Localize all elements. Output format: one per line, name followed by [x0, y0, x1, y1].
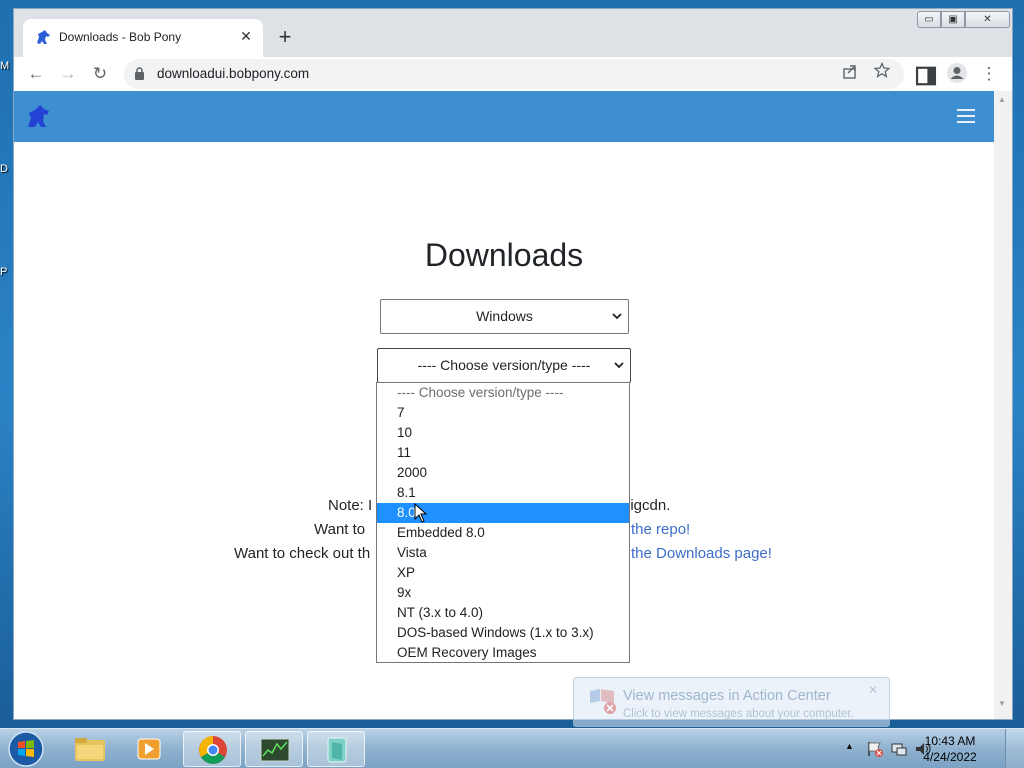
dropdown-option[interactable]: 11: [377, 443, 629, 463]
action-center-tray-icon[interactable]: [866, 740, 884, 758]
dropdown-option[interactable]: 9x: [377, 583, 629, 603]
taskbar-window[interactable]: [307, 731, 365, 767]
reload-icon[interactable]: ↻: [89, 63, 111, 85]
dropdown-option[interactable]: 2000: [377, 463, 629, 483]
forward-icon[interactable]: →: [57, 63, 79, 85]
site-navbar: [14, 91, 994, 142]
share-icon[interactable]: [842, 63, 858, 79]
chrome-icon: [199, 736, 227, 764]
page-title: Downloads: [424, 237, 584, 273]
version-select-value: ---- Choose version/type ----: [417, 357, 591, 373]
clock-time[interactable]: 10:43 AM: [908, 734, 992, 748]
taskbar: ▲ 10:43 AM 4/24/2022: [0, 728, 1024, 768]
dropdown-option[interactable]: ---- Choose version/type ----: [377, 383, 629, 403]
mouse-cursor-icon: [414, 503, 428, 523]
dropdown-option[interactable]: Vista: [377, 543, 629, 563]
notification-title: View messages in Action Center: [623, 688, 831, 704]
start-button[interactable]: [6, 730, 46, 768]
minimize-button[interactable]: ▭: [917, 11, 941, 28]
dropdown-option[interactable]: OEM Recovery Images: [377, 643, 629, 663]
page-scrollbar[interactable]: ▲ ▼: [994, 91, 1012, 719]
taskbar-chrome[interactable]: [183, 731, 241, 767]
dropdown-option[interactable]: 10: [377, 423, 629, 443]
notification-subtitle: Click to view messages about your comput…: [623, 708, 854, 720]
desktop-icon-label[interactable]: D: [0, 163, 12, 175]
desktop-icon-label[interactable]: M: [0, 60, 12, 72]
chevron-down-icon: [612, 313, 622, 320]
dropdown-option[interactable]: Embedded 8.0: [377, 523, 629, 543]
close-window-button[interactable]: ✕: [965, 11, 1010, 28]
back-icon[interactable]: ←: [25, 63, 47, 85]
dropdown-option[interactable]: DOS-based Windows (1.x to 3.x): [377, 623, 629, 643]
scroll-down-icon[interactable]: ▼: [998, 699, 1006, 708]
downloads-text: Want to check out th: [234, 545, 371, 562]
notification-close-icon[interactable]: ✕: [868, 683, 878, 697]
url-text[interactable]: downloadui.bobpony.com: [157, 66, 309, 81]
browser-toolbar: ← → ↻ downloadui.bobpony.com ⋮: [14, 57, 1012, 91]
side-panel-icon[interactable]: [915, 65, 937, 87]
network-icon[interactable]: [890, 740, 908, 758]
taskbar-media-player[interactable]: [121, 731, 179, 767]
menu-icon[interactable]: ⋮: [978, 63, 1000, 85]
task-manager-icon: [260, 738, 290, 762]
address-bar[interactable]: downloadui.bobpony.com: [124, 59, 904, 89]
bookmark-star-icon[interactable]: [874, 62, 890, 78]
pony-favicon-icon: [37, 30, 50, 44]
action-center-flag-icon: [590, 689, 616, 714]
hamburger-menu-icon[interactable]: [957, 109, 975, 123]
clock-date[interactable]: 4/24/2022: [908, 750, 992, 764]
note-text: Note: I: [328, 497, 373, 514]
tab-close-icon[interactable]: ✕: [237, 27, 255, 45]
profile-avatar-icon[interactable]: [946, 62, 968, 84]
lock-icon: [135, 67, 144, 80]
show-desktop-button[interactable]: [1005, 729, 1024, 768]
taskbar-explorer[interactable]: [61, 731, 119, 767]
desktop-icon-label[interactable]: P: [0, 266, 12, 278]
os-select[interactable]: Windows: [380, 299, 629, 334]
new-tab-button[interactable]: +: [271, 23, 299, 51]
folder-icon: [75, 738, 105, 761]
chevron-down-icon: [614, 362, 624, 369]
dropdown-option[interactable]: XP: [377, 563, 629, 583]
scroll-up-icon[interactable]: ▲: [998, 95, 1006, 104]
tab-strip: Downloads - Bob Pony ✕ + ▭ ▣ ✕: [14, 9, 1012, 57]
media-player-icon: [137, 738, 161, 760]
pony-logo-icon[interactable]: [26, 103, 52, 131]
tab-downloads[interactable]: Downloads - Bob Pony ✕: [23, 19, 263, 57]
taskbar-task-manager[interactable]: [245, 731, 303, 767]
dropdown-option[interactable]: 7: [377, 403, 629, 423]
maximize-button[interactable]: ▣: [941, 11, 965, 28]
action-center-notification[interactable]: View messages in Action Center Click to …: [573, 677, 890, 727]
window-icon: [327, 737, 347, 763]
dropdown-option[interactable]: NT (3.x to 4.0): [377, 603, 629, 623]
os-select-value: Windows: [476, 308, 533, 324]
repo-text: Want to: [314, 521, 366, 538]
show-hidden-icons-icon[interactable]: ▲: [845, 741, 854, 751]
downloads-page-link[interactable]: the Downloads page!: [631, 545, 772, 562]
tab-title: Downloads - Bob Pony: [59, 30, 182, 44]
repo-link[interactable]: the repo!: [631, 521, 690, 538]
dropdown-option[interactable]: 8.1: [377, 483, 629, 503]
version-select[interactable]: ---- Choose version/type ----: [377, 348, 631, 383]
